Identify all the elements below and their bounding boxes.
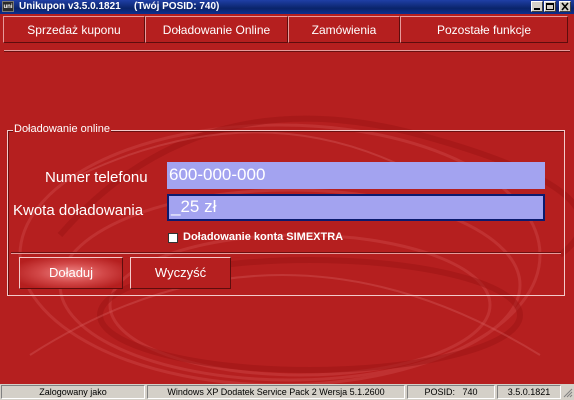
phone-number-label: Numer telefonu (45, 169, 148, 186)
app-logo-icon: uni (2, 1, 14, 12)
tab-label: Zamówienia (311, 23, 377, 37)
maximize-button[interactable] (544, 1, 556, 12)
status-os-info: Windows XP Dodatek Service Pack 2 Wersja… (147, 385, 405, 399)
button-label: Doładuj (48, 265, 94, 280)
title-bar: uni Unikupon v3.5.0.1821 (Twój POSID: 74… (0, 0, 574, 14)
close-icon (561, 2, 569, 11)
posid-value: 740 (462, 387, 478, 397)
topup-amount-input[interactable]: _25 zł (167, 194, 545, 221)
button-label: Wyczyść (154, 265, 207, 280)
status-posid: POSID: 740 (407, 385, 495, 399)
tab-zamowienia[interactable]: Zamówienia (288, 16, 400, 43)
topup-submit-button[interactable]: Doładuj (19, 257, 123, 289)
tab-pozostale-funkcje[interactable]: Pozostałe funkcje (400, 16, 568, 43)
phone-number-input[interactable]: 600-000-000 (167, 162, 545, 189)
minimize-button[interactable] (531, 1, 543, 12)
tab-sprzedaz-kuponu[interactable]: Sprzedaż kuponu (3, 16, 145, 43)
tab-label: Doładowanie Online (162, 23, 271, 37)
status-version: 3.5.0.1821 (497, 385, 561, 399)
groupbox-legend: Doładowanie online (13, 123, 112, 135)
posid-label: POSID: (424, 387, 455, 397)
minimize-icon (534, 8, 540, 10)
topup-amount-label: Kwota doładowania (13, 202, 144, 219)
menu-divider (4, 50, 570, 52)
clear-button[interactable]: Wyczyść (130, 257, 231, 289)
window-title: Unikupon v3.5.0.1821 (19, 1, 121, 12)
resize-grip-icon[interactable] (562, 387, 573, 398)
status-logged-user: Zalogowany jako (1, 385, 145, 399)
tab-doladowanie-online[interactable]: Doładowanie Online (145, 16, 288, 43)
close-button[interactable] (559, 1, 571, 12)
simextra-checkbox-label[interactable]: Doładowanie konta SIMEXTRA (183, 231, 343, 243)
main-menu: Sprzedaż kuponu Doładowanie Online Zamów… (3, 16, 568, 43)
window-subtitle-posid: (Twój POSID: 740) (134, 1, 220, 12)
maximize-icon (546, 3, 554, 10)
tab-label: Sprzedaż kuponu (27, 23, 121, 37)
simextra-checkbox[interactable] (168, 233, 178, 243)
tab-label: Pozostałe funkcje (436, 23, 532, 37)
buttons-divider (11, 252, 561, 254)
status-bar: Zalogowany jako Windows XP Dodatek Servi… (0, 384, 574, 400)
